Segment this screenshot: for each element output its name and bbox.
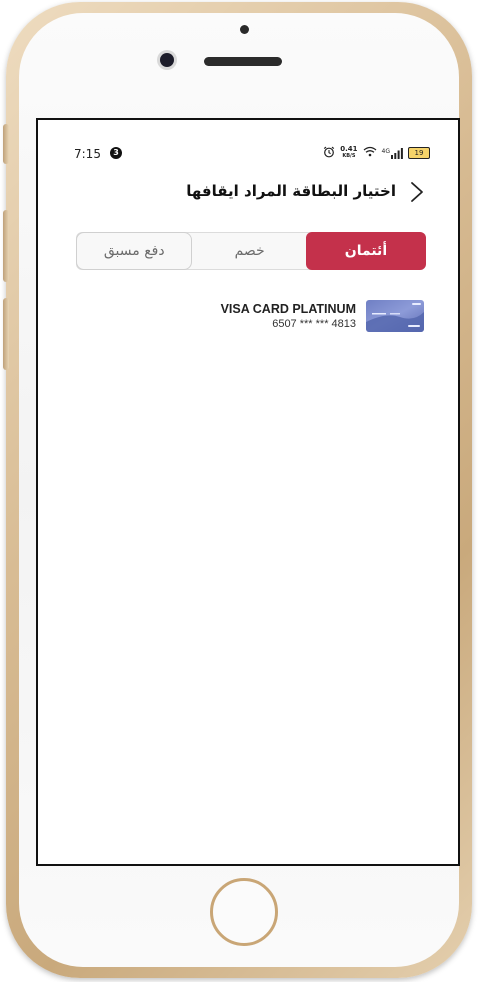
alarm-icon <box>323 146 335 161</box>
volume-down-button <box>3 298 9 370</box>
home-button[interactable] <box>210 878 278 946</box>
proximity-sensor <box>240 25 249 34</box>
card-list-item[interactable]: VISA CARD PLATINUM 6507 *** *** 4813 <box>168 300 424 336</box>
tab-credit-label: أئتمان <box>344 243 388 259</box>
earpiece-speaker <box>204 57 282 66</box>
app-screen: 7:15 3 0.41 KB/S 4G 19 اختيار البطاقة ال… <box>36 118 460 866</box>
tab-debit-label: خصم <box>234 243 265 259</box>
tab-debit[interactable]: خصم <box>192 233 306 269</box>
tab-prepaid[interactable]: دفع مسبق <box>76 232 193 270</box>
notification-badge: 3 <box>110 147 122 159</box>
card-type-tabs: أئتمان خصم دفع مسبق <box>76 232 426 270</box>
status-icons: 0.41 KB/S 4G 19 <box>323 146 430 160</box>
card-number: 6507 *** *** 4813 <box>272 318 356 330</box>
network-speed-unit: KB/S <box>342 153 356 159</box>
page-header: اختيار البطاقة المراد ايقافها <box>38 176 458 212</box>
chevron-right-icon <box>411 182 423 202</box>
status-time: 7:15 <box>74 147 101 161</box>
volume-up-button <box>3 210 9 282</box>
battery-indicator: 19 <box>408 147 430 159</box>
front-camera <box>160 53 174 67</box>
card-thumbnail-icon <box>366 300 424 332</box>
network-type-label: 4G <box>381 147 390 155</box>
cellular-signal-icon: 4G <box>381 147 403 159</box>
page-title: اختيار البطاقة المراد ايقافها <box>186 182 396 200</box>
network-speed-value: 0.41 <box>340 145 358 153</box>
status-bar: 7:15 3 0.41 KB/S 4G 19 <box>38 120 458 161</box>
network-speed: 0.41 KB/S <box>340 146 357 160</box>
wifi-icon <box>363 146 377 160</box>
back-button[interactable] <box>404 178 430 206</box>
mute-switch <box>3 124 9 164</box>
tab-credit[interactable]: أئتمان <box>305 232 426 270</box>
tab-prepaid-label: دفع مسبق <box>103 243 165 259</box>
card-name: VISA CARD PLATINUM <box>220 302 356 316</box>
